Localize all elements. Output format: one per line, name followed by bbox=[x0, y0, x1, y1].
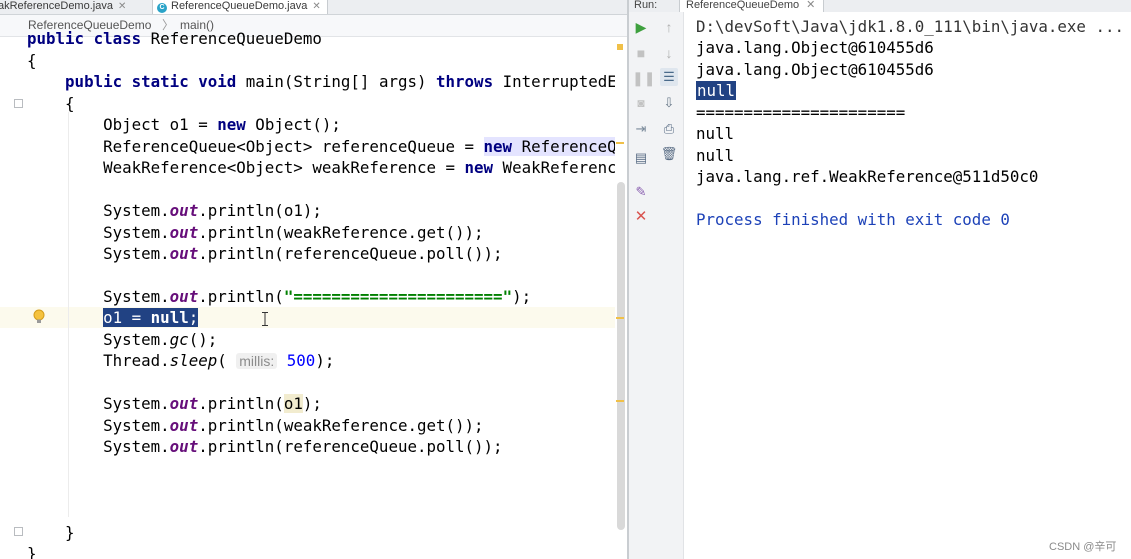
stop-icon[interactable]: ■ bbox=[632, 44, 650, 62]
console-line: java.lang.Object@610455d6 bbox=[696, 60, 934, 79]
warning-marker[interactable] bbox=[616, 400, 624, 402]
process-exit-message: Process finished with exit code 0 bbox=[696, 210, 1010, 229]
dump-threads-icon[interactable]: ◙ bbox=[632, 94, 650, 112]
code-area[interactable]: public class ReferenceQueueDemo { public… bbox=[0, 0, 615, 559]
scroll-to-end-icon[interactable]: ⇩ bbox=[660, 94, 678, 112]
parameter-hint: millis: bbox=[236, 353, 278, 369]
run-tab-bar: Run: ReferenceQueueDemo ✕ bbox=[629, 0, 1131, 12]
pause-icon[interactable]: ❚❚ bbox=[632, 69, 655, 87]
code-line: System.out.println(weakReference.get()); bbox=[103, 416, 484, 435]
selected-text: o1 bbox=[103, 308, 123, 327]
run-panel: Run: ReferenceQueueDemo ✕ ▶ ■ ❚❚ ◙ ⇥ ▤ ✎ … bbox=[629, 0, 1131, 559]
arrow-up-icon[interactable]: ↑ bbox=[660, 18, 678, 36]
exit-icon[interactable]: ⇥ bbox=[632, 120, 650, 138]
run-tab[interactable]: ReferenceQueueDemo ✕ bbox=[679, 0, 825, 12]
console-line: java.lang.ref.WeakReference@511d50c0 bbox=[696, 167, 1039, 186]
warning-marker[interactable] bbox=[616, 142, 624, 144]
code-line: Object o1 = new Object(); bbox=[103, 115, 341, 134]
selected-text: null bbox=[696, 81, 737, 100]
code-line: } bbox=[65, 523, 75, 542]
close-icon[interactable]: ✕ bbox=[806, 0, 815, 11]
run-label: Run: bbox=[634, 0, 658, 11]
code-line: System.out.println(referenceQueue.poll()… bbox=[103, 244, 503, 263]
rerun-icon[interactable]: ▶ bbox=[632, 18, 650, 36]
pin-icon[interactable]: ✎ bbox=[632, 183, 650, 201]
console-line: ====================== bbox=[696, 103, 906, 122]
text-cursor-icon bbox=[262, 312, 268, 326]
code-line: System.gc(); bbox=[103, 330, 218, 349]
fold-marker-icon[interactable] bbox=[14, 527, 23, 536]
code-line: public class ReferenceQueueDemo bbox=[27, 29, 322, 48]
run-toolbar-primary: ▶ ■ ❚❚ ◙ ⇥ ▤ ✎ ✕ bbox=[629, 12, 656, 559]
console-line: java.lang.Object@610455d6 bbox=[696, 38, 934, 57]
code-line: WeakReference<Object> weakReference = ne… bbox=[103, 158, 615, 177]
code-line: System.out.println(referenceQueue.poll()… bbox=[103, 437, 503, 456]
trash-icon[interactable]: 🗑 bbox=[660, 145, 678, 163]
code-line: Thread.sleep( millis: 500); bbox=[103, 351, 335, 370]
fold-marker-icon[interactable] bbox=[14, 99, 23, 108]
arrow-down-icon[interactable]: ↓ bbox=[660, 44, 678, 62]
console-line: null bbox=[696, 124, 735, 143]
editor-scrollbar[interactable] bbox=[617, 182, 625, 530]
lightbulb-icon[interactable] bbox=[33, 309, 45, 325]
code-line: ReferenceQueue<Object> referenceQueue = … bbox=[103, 137, 615, 156]
code-line: { bbox=[65, 94, 75, 113]
code-editor[interactable]: akReferenceDemo.java ✕ C ReferenceQueueDem… bbox=[0, 0, 627, 559]
code-line: { bbox=[27, 51, 37, 70]
code-line: System.out.println(o1); bbox=[103, 394, 322, 413]
code-line: public static void main(String[] args) t… bbox=[65, 72, 615, 91]
watermark: CSDN @辛可 bbox=[1049, 541, 1117, 553]
close-run-icon[interactable]: ✕ bbox=[632, 208, 650, 226]
layout-icon[interactable]: ▤ bbox=[632, 149, 650, 167]
code-line: System.out.println(o1); bbox=[103, 201, 322, 220]
console-line: D:\devSoft\Java\jdk1.8.0_111\bin\java.ex… bbox=[696, 17, 1124, 36]
run-toolbar-secondary: ↑ ↓ ☰ ⇩ ⎙ 🗑 bbox=[655, 12, 684, 559]
warning-marker[interactable] bbox=[616, 317, 624, 319]
print-icon[interactable]: ⎙ bbox=[660, 120, 678, 138]
code-line-selected: o1 = null; bbox=[103, 308, 199, 327]
console-line: null bbox=[696, 146, 735, 165]
console-output[interactable]: D:\devSoft\Java\jdk1.8.0_111\bin\java.ex… bbox=[696, 14, 1131, 554]
console-line-selected: null bbox=[696, 80, 737, 101]
code-line: System.out.println("====================… bbox=[103, 287, 532, 306]
warning-marker[interactable] bbox=[617, 44, 623, 50]
code-line: System.out.println(weakReference.get()); bbox=[103, 223, 484, 242]
code-line: } bbox=[27, 544, 37, 559]
soft-wrap-icon[interactable]: ☰ bbox=[660, 68, 678, 86]
